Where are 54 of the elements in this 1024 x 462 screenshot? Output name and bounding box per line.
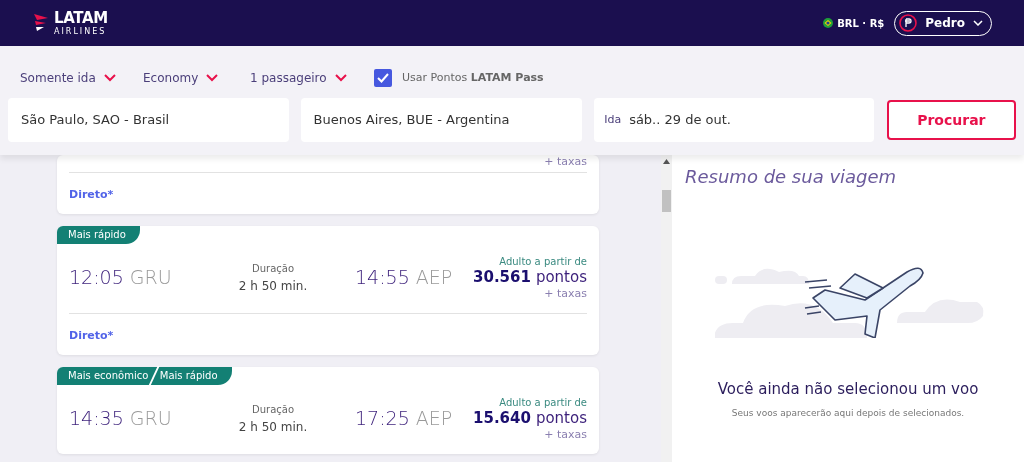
taxes-note: + taxas	[544, 287, 587, 301]
departure-time: 12:05	[69, 266, 124, 291]
stops-link[interactable]: Direto*	[69, 328, 114, 342]
tag-badge: Mais rápido	[57, 225, 140, 244]
duration-value: 2 h 50 min.	[238, 419, 308, 435]
destination-field[interactable]: Buenos Aires, BUE - Argentina	[300, 98, 583, 142]
empty-state-hint: Seus voos aparecerão aqui depois de selecionados.	[730, 406, 966, 420]
scrollbar-thumb[interactable]	[662, 190, 671, 212]
flight-card[interactable]: + taxas Direto*	[57, 155, 599, 214]
airport-code: GRU	[129, 407, 172, 432]
airport-code: AEP	[415, 266, 453, 291]
currency-selector[interactable]: BRL · R$	[837, 15, 885, 31]
taxes-note: + taxas	[544, 155, 587, 169]
scrollbar[interactable]	[661, 155, 672, 462]
duration-label: Duração	[252, 263, 294, 276]
dropdown-selector[interactable]: Somente ida	[20, 69, 143, 87]
flight-card[interactable]: Mais econômico Mais rápido 14:35 GRU Duração 2 h 50 min. 17:25 AEP Adulto a partir de 15.640 pontos + taxas	[57, 366, 599, 454]
points-unit: pontos	[535, 268, 587, 287]
chevron-down-icon	[206, 74, 219, 82]
departure-time: 14:35	[69, 407, 124, 432]
search-button[interactable]: Procurar	[886, 100, 1016, 140]
arrival-time: 14:55	[355, 266, 410, 291]
duration-label: Duração	[252, 404, 294, 417]
dropdown-selector[interactable]: 1 passageiro	[250, 69, 374, 87]
points-amount: 15.640	[473, 409, 531, 428]
price-label: Adulto a partir de	[499, 255, 587, 269]
summary-title: Resumo de sua viagem	[685, 165, 898, 189]
field-value: sáb.. 29 de out.	[629, 111, 731, 130]
airport-code: AEP	[415, 407, 453, 432]
logo-subtext: AIRLINES	[54, 27, 108, 36]
origin-field[interactable]: São Paulo, SAO - Brasil	[8, 98, 289, 142]
stops-link[interactable]: Direto*	[69, 187, 114, 201]
user-points-icon	[899, 14, 918, 32]
empty-state-message: Você ainda não selecionou um voo	[716, 379, 980, 400]
logo-text: LATAM	[54, 10, 108, 26]
chevron-down-icon	[103, 74, 116, 82]
points-amount: 30.561	[473, 268, 531, 287]
points-unit: pontos	[535, 409, 587, 428]
flight-card[interactable]: Mais rápido 12:05 GRU Duração 2 h 50 min. 14:55 AEP Adulto a partir de 30.561 pontos + taxas Direto*	[57, 225, 599, 355]
dropdown-selector[interactable]: Economy	[143, 69, 250, 87]
airport-code: GRU	[129, 266, 172, 291]
taxes-note: + taxas	[544, 428, 587, 442]
chevron-down-icon	[334, 74, 347, 82]
price-label: Adulto a partir de	[499, 396, 587, 410]
flag-icon	[823, 18, 834, 28]
field-label: Ida	[604, 111, 622, 128]
checkbox[interactable]	[374, 69, 392, 87]
checkbox-label: Usar Pontos LATAM Pass	[402, 69, 544, 86]
chevron-down-icon	[973, 20, 983, 26]
duration-value: 2 h 50 min.	[238, 278, 308, 294]
tag-badges: Mais econômico Mais rápido	[57, 366, 232, 385]
scroll-up-icon[interactable]	[663, 159, 670, 164]
arrival-time: 17:25	[355, 407, 410, 432]
date-field[interactable]: Ida sáb.. 29 de out.	[594, 98, 874, 142]
